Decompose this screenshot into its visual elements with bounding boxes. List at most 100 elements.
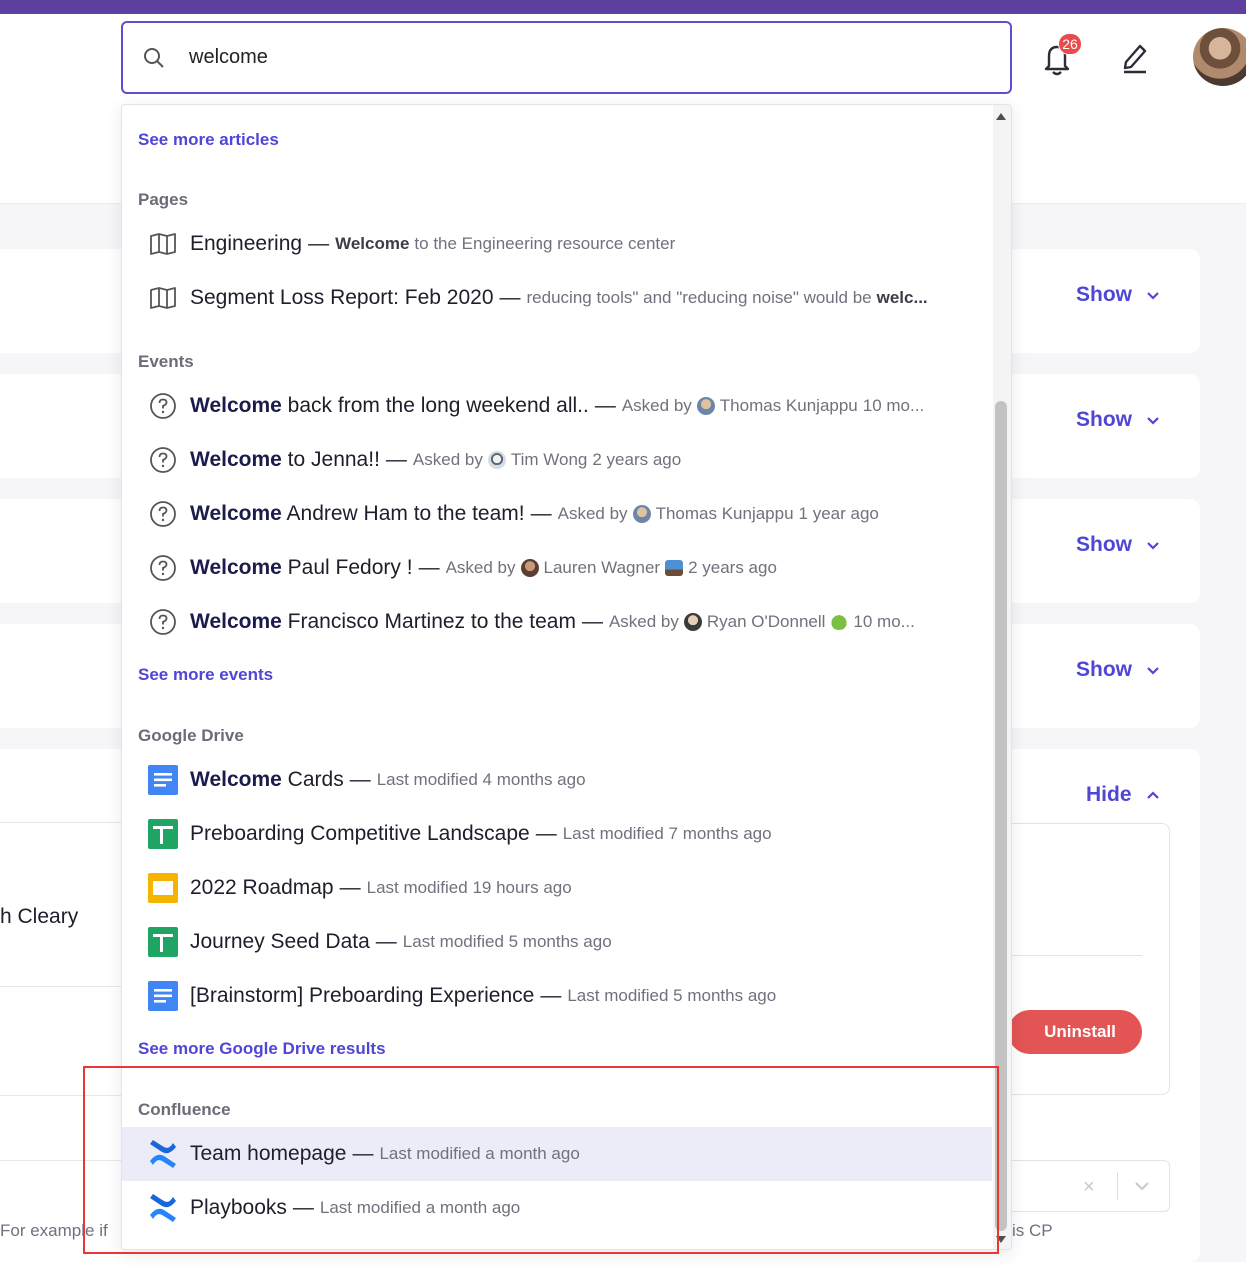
result-title: Segment Loss Report: Feb 2020 [190,286,494,309]
page-result-engineering[interactable]: Engineering — Welcome to the Engineering … [122,217,992,271]
chevron-up-icon [1146,791,1159,799]
highlight-box [83,1066,999,1254]
question-circle-icon [148,499,178,529]
snippet-match: welc... [876,288,928,307]
pencil-icon [1123,44,1147,74]
app-detail-panel [1000,823,1170,1095]
divider [0,986,130,987]
person-avatar [487,451,506,469]
asked-by-label: Asked by [445,558,516,577]
show-label: Show [1076,658,1132,681]
asked-by-label: Asked by [412,450,483,469]
snippet-text: to the Engineering resource center [414,234,676,253]
result-separator: — [581,610,603,633]
title-rest: Andrew Ham to the team! [286,502,525,525]
result-title: [Brainstorm] Preboarding Experience [190,984,535,1007]
person-avatar [683,613,702,631]
title-rest: back from the long weekend all.. [287,394,589,417]
person-name: Ryan O'Donnell [706,612,826,631]
chevron-down-icon[interactable] [1134,1180,1150,1192]
result-title: Welcome Francisco Martinez to the team [190,610,576,634]
asked-by-label: Asked by [621,396,692,415]
result-separator: — [339,876,361,899]
result-meta: Last modified 5 months ago [402,932,612,951]
event-time: 10 mo... [862,396,925,415]
see-more-events-link[interactable]: See more events [138,665,273,685]
global-search[interactable] [121,21,1012,94]
chevron-down-icon [1147,292,1159,300]
event-result[interactable]: Welcome Paul Fedory ! — Asked by Lauren W… [122,541,992,595]
event-result[interactable]: Welcome Francisco Martinez to the team —… [122,595,992,649]
result-separator: — [535,822,557,845]
asked-by-label: Asked by [608,612,679,631]
drive-result[interactable]: 2022 Roadmap — Last modified 19 hours ag… [122,861,992,915]
drive-result[interactable]: Journey Seed Data — Last modified 5 mont… [122,915,992,969]
title-match: Welcome [190,448,282,471]
google-sheets-icon [148,927,178,957]
scroll-up-icon[interactable] [996,113,1006,120]
title-match: Welcome [190,768,282,791]
notification-badge: 26 [1058,33,1082,55]
event-result[interactable]: Welcome back from the long weekend all..… [122,379,992,433]
result-separator: — [375,930,397,953]
result-meta: Last modified 5 months ago [567,986,777,1005]
compose-button[interactable] [1118,38,1152,76]
result-separator: — [308,232,330,255]
see-more-articles-link[interactable]: See more articles [138,130,279,150]
search-icon [141,45,167,71]
event-result[interactable]: Welcome to Jenna!! — Asked by Tim Wong 2 y… [122,433,992,487]
person-name: Thomas Kunjappu [655,504,794,523]
question-circle-icon [148,391,178,421]
frog-emoji-icon [830,614,849,630]
book-icon [148,229,178,259]
result-title: Engineering [190,232,303,255]
page-result-segment-loss-report[interactable]: Segment Loss Report: Feb 2020 — reducing… [122,271,992,325]
person-avatar [632,505,651,523]
select-separator [1117,1172,1118,1200]
person-name: Tim Wong [510,450,588,469]
clear-icon[interactable]: × [1083,1176,1095,1199]
show-toggle-3[interactable]: Show [1076,533,1160,557]
drive-result[interactable]: Preboarding Competitive Landscape — Last… [122,807,992,861]
section-title-pages: Pages [138,190,189,209]
title-match: Welcome [190,556,282,579]
question-circle-icon [148,553,178,583]
search-input[interactable] [189,46,949,69]
section-title-google-drive: Google Drive [138,726,244,745]
hide-toggle[interactable]: Hide [1086,783,1160,807]
result-title: Welcome Andrew Ham to the team! [190,502,525,526]
google-docs-icon [148,765,178,795]
show-toggle-2[interactable]: Show [1076,408,1160,432]
show-label: Show [1076,283,1132,306]
google-sheets-icon [148,819,178,849]
title-rest: Cards [287,768,344,791]
show-toggle-1[interactable]: Show [1076,283,1160,307]
uninstall-button[interactable]: Uninstall [1008,1010,1142,1054]
event-result[interactable]: Welcome Andrew Ham to the team! — Asked … [122,487,992,541]
person-avatar [696,397,715,415]
see-more-google-drive-link[interactable]: See more Google Drive results [138,1039,386,1059]
result-separator: — [418,556,440,579]
question-circle-icon [148,445,178,475]
google-docs-icon [148,981,178,1011]
event-time: 1 year ago [798,504,879,523]
asked-by-label: Asked by [557,504,628,523]
snippet-match: Welcome [335,234,410,253]
user-avatar[interactable] [1193,28,1246,86]
result-separator: — [385,448,407,471]
help-text-fragment-right: is CP [1012,1221,1053,1240]
title-match: Welcome [190,502,282,525]
result-separator: — [530,502,552,525]
result-title: 2022 Roadmap [190,876,334,899]
drive-result[interactable]: [Brainstorm] Preboarding Experience — La… [122,969,992,1023]
laptop-emoji-icon [665,560,684,576]
title-match: Welcome [190,610,282,633]
show-toggle-4[interactable]: Show [1076,658,1160,682]
person-name: Lauren Wagner [543,558,661,577]
result-title: Welcome Paul Fedory ! [190,556,413,580]
snippet-text: reducing tools" and "reducing noise" wou… [526,288,872,307]
result-meta: Asked by Ryan O'Donnell 10 mo... [609,612,915,632]
result-title: Welcome to Jenna!! [190,448,380,472]
event-time: 2 years ago [592,450,682,469]
drive-result[interactable]: Welcome Cards — Last modified 4 months a… [122,753,992,807]
